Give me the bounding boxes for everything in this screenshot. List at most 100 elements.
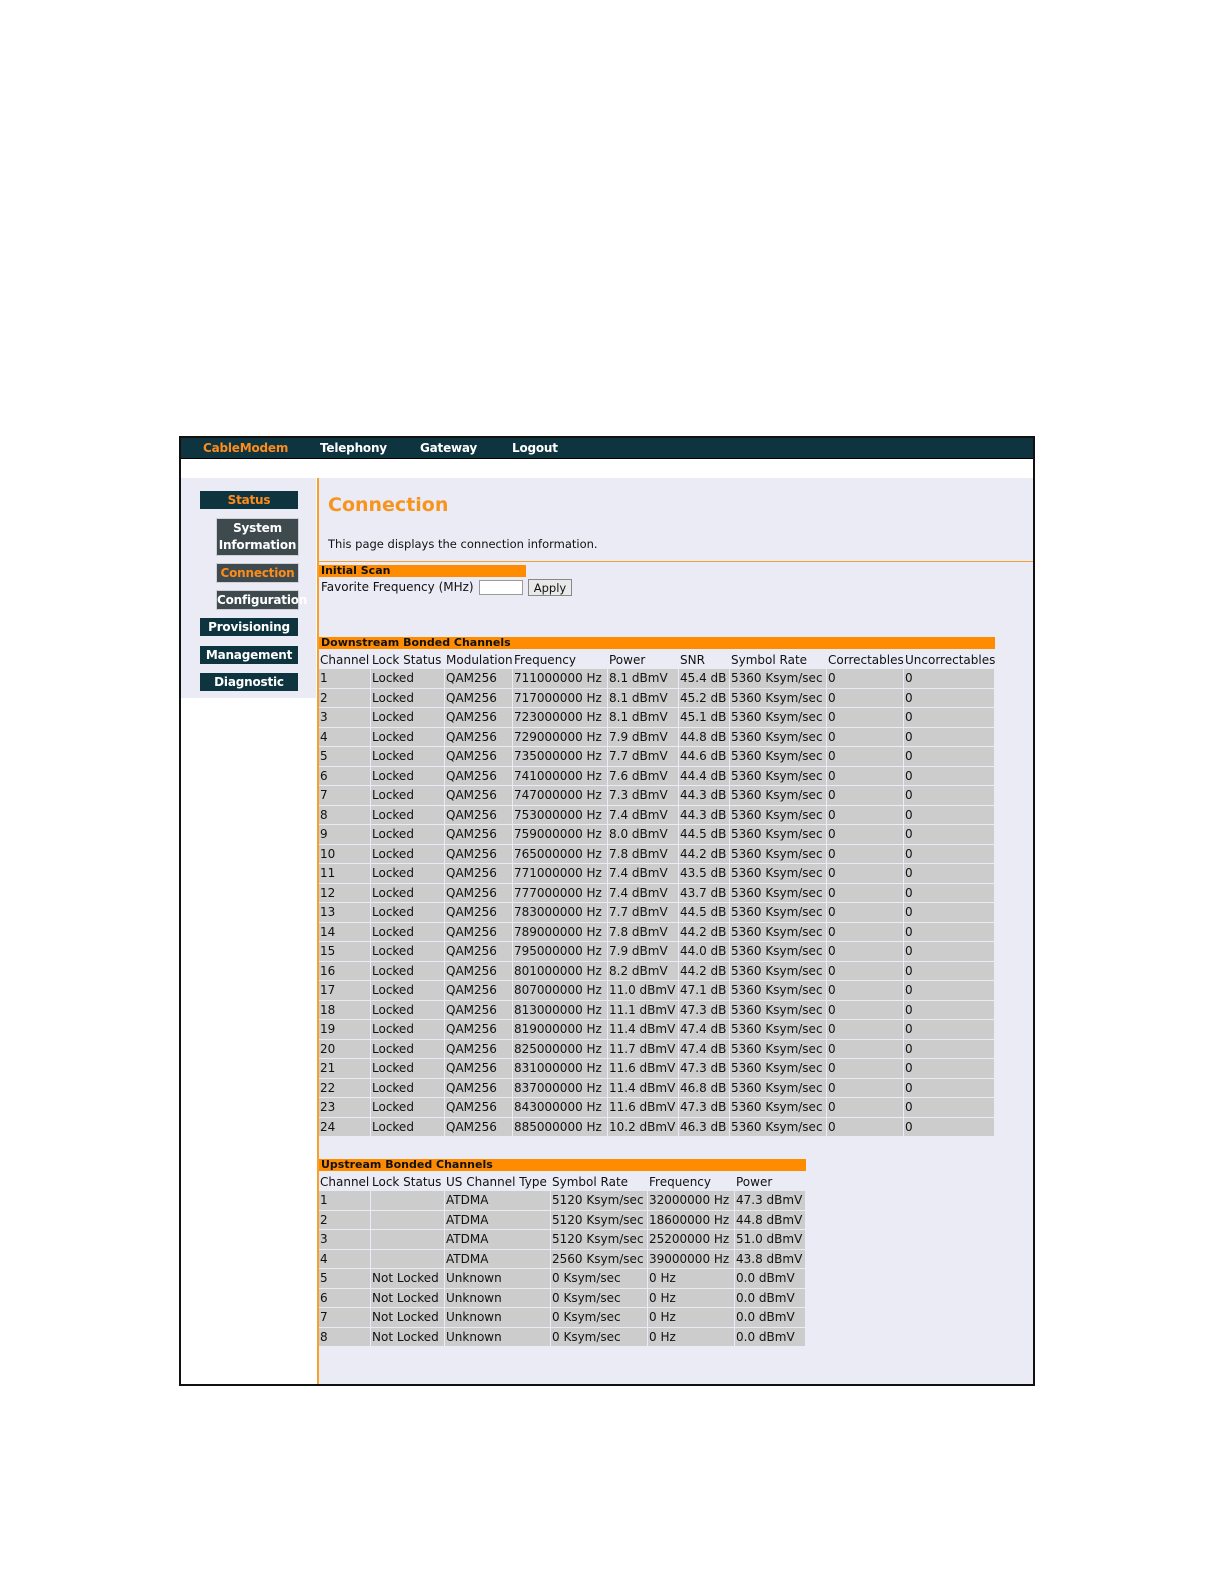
upstream-col-header: Power: [735, 1172, 806, 1191]
nav-tab-logout[interactable]: Logout: [512, 438, 558, 458]
upstream-cell: Unknown: [445, 1269, 551, 1289]
upstream-cell: 44.8 dBmV: [735, 1210, 806, 1230]
downstream-cell: QAM256: [445, 1098, 513, 1118]
upstream-table: Channel Lock Status US Channel Type Symbol …: [319, 1172, 806, 1347]
downstream-col-header: Frequency: [513, 650, 608, 669]
table-row: 4 ATDMA 2560 Ksym/sec 39000000 Hz 43.8 dBmV: [319, 1249, 806, 1269]
downstream-cell: 8.1 dBmV: [608, 688, 679, 708]
downstream-cell: 0: [904, 1059, 995, 1079]
downstream-cell: 47.4 dB: [679, 1020, 730, 1040]
table-row: 7 Not Locked Unknown 0 Ksym/sec 0 Hz 0.0 dBmV: [319, 1308, 806, 1328]
downstream-cell: 0: [827, 1117, 904, 1137]
nav-tab-gateway[interactable]: Gateway: [420, 438, 477, 458]
downstream-cell: 5360 Ksym/sec: [730, 942, 827, 962]
downstream-cell: QAM256: [445, 1039, 513, 1059]
initial-scan-heading: Initial Scan: [319, 565, 526, 577]
main-content: Connection This page displays the connec…: [317, 478, 1033, 1384]
sidebar-item-system-information[interactable]: System Information: [216, 518, 299, 556]
upstream-cell: 0 Hz: [648, 1269, 735, 1289]
upstream-cell: 3: [319, 1230, 371, 1250]
sidebar-item-connection[interactable]: Connection: [216, 563, 299, 583]
downstream-cell: 717000000 Hz: [513, 688, 608, 708]
downstream-table: Channel Lock Status Modulation Frequency Pow…: [319, 650, 995, 1137]
table-row: 13 Locked QAM256 783000000 Hz 7.7 dBmV 44.5 d…: [319, 903, 995, 923]
table-row: 15 Locked QAM256 795000000 Hz 7.9 dBmV 44.0 d…: [319, 942, 995, 962]
downstream-cell: 0: [827, 1059, 904, 1079]
downstream-cell: 0: [904, 786, 995, 806]
downstream-cell: 0: [827, 747, 904, 767]
downstream-cell: 0: [904, 1020, 995, 1040]
apply-button[interactable]: Apply: [528, 579, 572, 596]
downstream-cell: 0: [827, 766, 904, 786]
table-row: 21 Locked QAM256 831000000 Hz 11.6 dBmV 47.3 …: [319, 1059, 995, 1079]
table-row: 2 ATDMA 5120 Ksym/sec 18600000 Hz 44.8 dBmV: [319, 1210, 806, 1230]
downstream-cell: 0: [827, 727, 904, 747]
downstream-cell: 5360 Ksym/sec: [730, 903, 827, 923]
upstream-col-header: Lock Status: [371, 1172, 445, 1191]
downstream-cell: 7.8 dBmV: [608, 844, 679, 864]
upstream-cell: 0 Ksym/sec: [551, 1288, 648, 1308]
downstream-cell: 0: [904, 1000, 995, 1020]
upstream-cell: 0 Ksym/sec: [551, 1308, 648, 1328]
sidebar-item-provisioning[interactable]: Provisioning: [200, 618, 298, 636]
downstream-cell: 0: [827, 688, 904, 708]
downstream-cell: QAM256: [445, 825, 513, 845]
downstream-cell: 8.1 dBmV: [608, 708, 679, 728]
downstream-cell: 44.2 dB: [679, 844, 730, 864]
table-row: 16 Locked QAM256 801000000 Hz 8.2 dBmV 44.2 d…: [319, 961, 995, 981]
nav-tab-telephony[interactable]: Telephony: [320, 438, 387, 458]
downstream-cell: 5: [319, 747, 371, 767]
downstream-cell: 43.5 dB: [679, 864, 730, 884]
downstream-cell: 5360 Ksym/sec: [730, 747, 827, 767]
downstream-cell: 5360 Ksym/sec: [730, 864, 827, 884]
upstream-cell: ATDMA: [445, 1249, 551, 1269]
upstream-cell: 2560 Ksym/sec: [551, 1249, 648, 1269]
downstream-col-header: Uncorrectables: [904, 650, 995, 669]
upstream-cell: 47.3 dBmV: [735, 1191, 806, 1211]
downstream-cell: 43.7 dB: [679, 883, 730, 903]
downstream-col-header: Lock Status: [371, 650, 445, 669]
downstream-cell: 10: [319, 844, 371, 864]
downstream-cell: 0: [904, 747, 995, 767]
table-row: 20 Locked QAM256 825000000 Hz 11.7 dBmV 47.4 …: [319, 1039, 995, 1059]
downstream-cell: 44.5 dB: [679, 903, 730, 923]
downstream-cell: 7.6 dBmV: [608, 766, 679, 786]
downstream-cell: 5360 Ksym/sec: [730, 1059, 827, 1079]
nav-tab-cablemodem[interactable]: CableModem: [203, 438, 288, 458]
downstream-cell: 19: [319, 1020, 371, 1040]
downstream-cell: QAM256: [445, 688, 513, 708]
upstream-cell: 39000000 Hz: [648, 1249, 735, 1269]
downstream-cell: 0: [827, 1039, 904, 1059]
downstream-col-header: SNR: [679, 650, 730, 669]
downstream-cell: 0: [827, 903, 904, 923]
sidebar-item-management[interactable]: Management: [200, 646, 298, 664]
table-row: 7 Locked QAM256 747000000 Hz 7.3 dBmV 44.3 dB…: [319, 786, 995, 806]
upstream-cell: 32000000 Hz: [648, 1191, 735, 1211]
upstream-cell: 0 Hz: [648, 1308, 735, 1328]
downstream-cell: Locked: [371, 981, 445, 1001]
table-row: 8 Not Locked Unknown 0 Ksym/sec 0 Hz 0.0 dBmV: [319, 1327, 806, 1347]
downstream-cell: 45.1 dB: [679, 708, 730, 728]
downstream-cell: 11.4 dBmV: [608, 1020, 679, 1040]
sidebar-item-status[interactable]: Status: [200, 491, 298, 509]
downstream-cell: 5360 Ksym/sec: [730, 1020, 827, 1040]
downstream-cell: 7.7 dBmV: [608, 903, 679, 923]
sidebar: Status System Information Connection Con…: [181, 478, 316, 698]
sidebar-item-diagnostic[interactable]: Diagnostic: [200, 673, 298, 691]
downstream-cell: 8.0 dBmV: [608, 825, 679, 845]
downstream-cell: 44.2 dB: [679, 961, 730, 981]
downstream-cell: QAM256: [445, 669, 513, 689]
downstream-cell: 825000000 Hz: [513, 1039, 608, 1059]
downstream-cell: 5360 Ksym/sec: [730, 1078, 827, 1098]
downstream-cell: 0: [904, 727, 995, 747]
downstream-col-header: Channel: [319, 650, 371, 669]
downstream-cell: 0: [827, 864, 904, 884]
downstream-cell: 0: [904, 922, 995, 942]
sidebar-item-configuration[interactable]: Configuration: [216, 590, 307, 610]
upstream-cell: 43.8 dBmV: [735, 1249, 806, 1269]
downstream-cell: 7: [319, 786, 371, 806]
downstream-cell: 9: [319, 825, 371, 845]
page-title: Connection: [328, 494, 449, 516]
downstream-cell: 0: [904, 942, 995, 962]
favorite-frequency-input[interactable]: [479, 580, 523, 595]
